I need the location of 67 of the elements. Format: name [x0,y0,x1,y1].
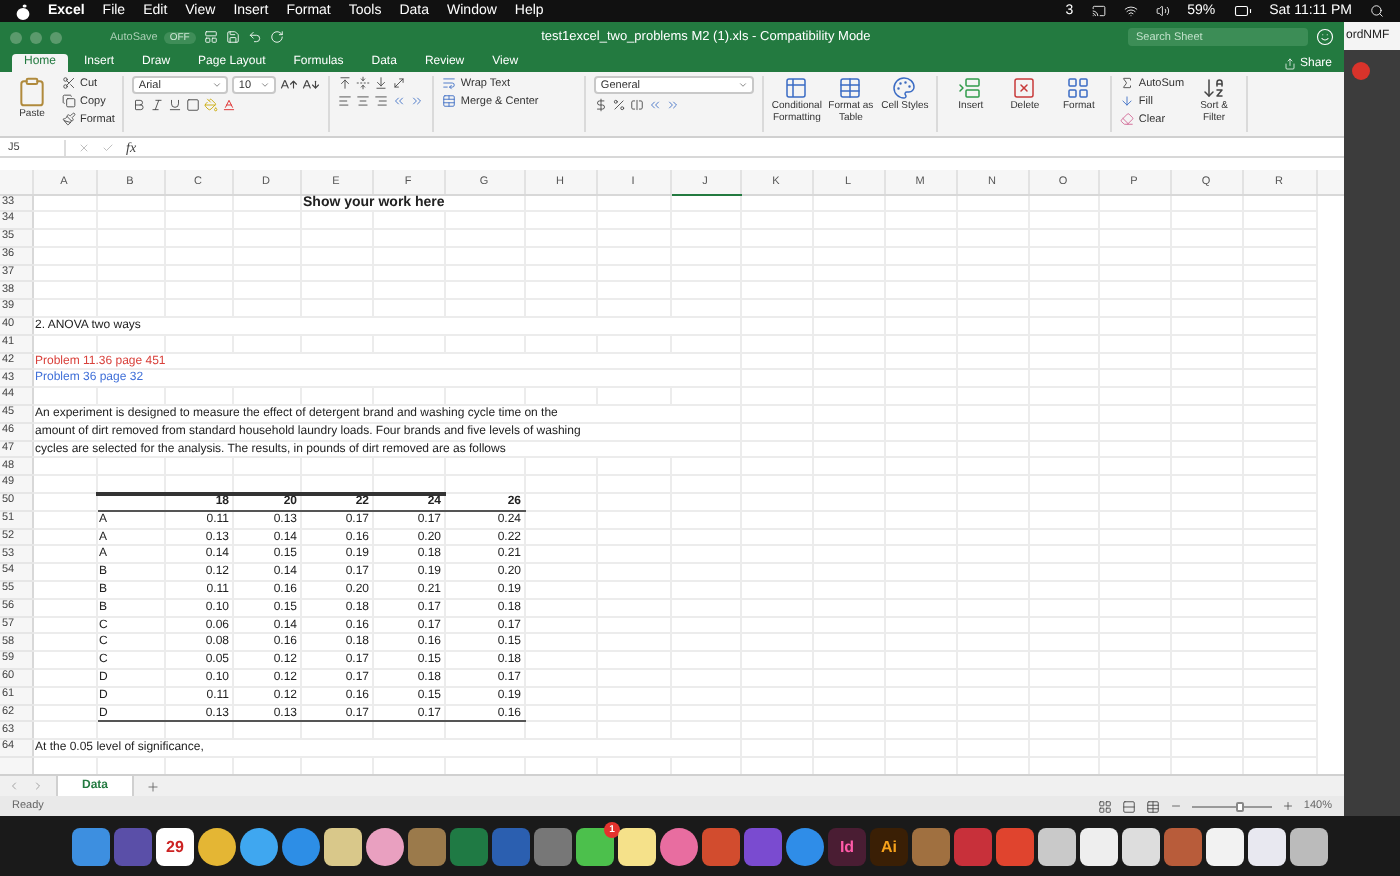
dock-app-icon[interactable] [1122,827,1160,865]
dock-app-icon[interactable]: Ai [870,827,908,865]
cast-icon[interactable] [1091,4,1106,18]
dock-app-icon[interactable] [1290,827,1328,865]
merge-cells-icon [442,94,457,108]
page-break-icon[interactable] [1145,799,1160,813]
currency-icon[interactable] [594,98,609,112]
volume-icon[interactable] [1155,4,1170,18]
normal-view-icon[interactable] [1097,799,1112,813]
align-middle-icon[interactable] [356,76,371,90]
wifi-icon[interactable] [1123,4,1138,18]
insert-rows-icon [958,76,983,100]
dock-app-icon[interactable] [618,827,656,865]
align-top-icon[interactable] [338,76,353,90]
borders-icon[interactable] [186,98,201,112]
dock-app-icon[interactable] [1080,827,1118,865]
save-icon[interactable] [225,30,240,44]
palette-icon [892,76,917,100]
dock-app-icon[interactable] [198,827,236,865]
grow-font-icon[interactable] [280,76,299,94]
caret-icon [260,80,271,90]
search-icon[interactable] [1370,4,1384,18]
app-icon [1352,62,1370,80]
caret-icon [212,80,223,90]
italic-icon[interactable] [150,98,165,112]
font-color-icon[interactable] [222,98,237,112]
sigma-icon [1120,76,1135,90]
eraser-icon [1120,112,1135,126]
scissors-icon [62,76,76,90]
bold-icon[interactable] [132,98,147,112]
align-left-icon[interactable] [338,94,353,108]
fill-color-icon[interactable] [204,98,219,112]
zoom-thumb[interactable] [1235,801,1244,811]
table-icon [838,76,863,100]
underline-icon[interactable] [168,98,183,112]
percent-icon[interactable] [612,98,627,112]
copy-icon [62,94,76,108]
sidebar-icon[interactable] [203,30,218,44]
page-layout-icon[interactable] [1121,799,1136,813]
battery-icon[interactable] [1233,2,1252,20]
dock-app-icon[interactable] [660,827,698,865]
grid-icon [1066,76,1091,100]
smiley-icon[interactable] [1316,28,1334,46]
zoom-in-icon[interactable] [1281,800,1294,812]
dock-app-icon[interactable]: Id [828,827,866,865]
paintbrush-icon [62,112,76,126]
align-bottom-icon[interactable] [374,76,389,90]
dock-app-icon[interactable] [1038,827,1076,865]
down-arrow-icon [1120,94,1135,108]
dock-app-icon[interactable] [366,827,404,865]
wrap-text-icon [442,76,457,90]
logo-icon[interactable] [16,3,30,19]
dock-app-icon[interactable] [240,827,278,865]
table-icon [784,76,809,100]
undo-icon[interactable] [247,30,262,44]
sort-icon [1202,76,1227,100]
dock-app-icon[interactable] [324,827,362,865]
dock-app-icon[interactable]: 29 [156,827,194,865]
dock-app-icon[interactable] [1248,827,1286,865]
align-center-icon[interactable] [356,94,371,108]
shrink-font-icon[interactable] [302,76,321,94]
redo-icon[interactable] [269,30,284,44]
caret-icon [738,80,749,90]
delete-cells-icon [1012,76,1037,100]
align-right-icon[interactable] [374,94,389,108]
dock-app-icon[interactable] [1206,827,1244,865]
clipboard-icon [16,76,48,108]
